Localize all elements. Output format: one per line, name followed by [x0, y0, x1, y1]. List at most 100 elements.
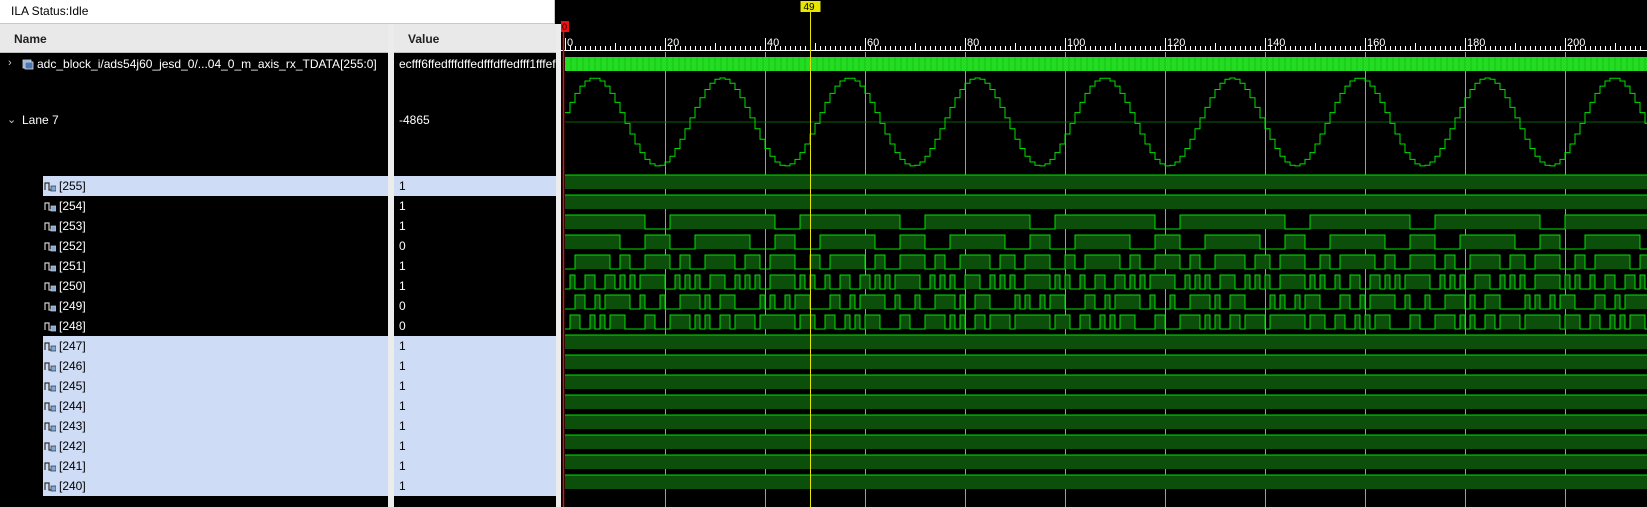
- ruler-tick-label: 60: [867, 37, 879, 49]
- bit-row[interactable]: [243]: [43, 416, 388, 436]
- bit-value-row: 1: [394, 416, 556, 436]
- bit-row[interactable]: [251]: [43, 256, 388, 276]
- bit-row[interactable]: [242]: [43, 436, 388, 456]
- bit-waveform-fill: [565, 375, 1647, 389]
- bit-row[interactable]: [252]: [43, 236, 388, 256]
- bit-value-row: 0: [394, 296, 556, 316]
- bit-waveform-fill: [565, 335, 1647, 349]
- signal-bit-icon: [44, 282, 56, 292]
- bit-value: 1: [399, 279, 406, 293]
- signal-bit-icon: [44, 262, 56, 272]
- bit-waveform-fill: [565, 235, 1640, 249]
- signal-bit-icon: [44, 302, 56, 312]
- bit-value: 1: [399, 479, 406, 493]
- bit-row[interactable]: [246]: [43, 356, 388, 376]
- trigger-label: 0: [562, 22, 567, 32]
- bit-value: 1: [399, 459, 406, 473]
- signal-values-panel: Value ecfff6ffedfffdffedfffdffedfff1fffe…: [394, 24, 556, 507]
- signal-bit-icon: [44, 202, 56, 212]
- bit-name: [244]: [59, 399, 86, 413]
- bit-row[interactable]: [247]: [43, 336, 388, 356]
- bus-icon: [22, 59, 34, 70]
- bit-waveform-fill: [570, 275, 1645, 289]
- bit-value-row: 1: [394, 476, 556, 496]
- bit-value-row: 1: [394, 396, 556, 416]
- name-column-header[interactable]: Name: [0, 24, 388, 53]
- bit-value: 1: [399, 419, 406, 433]
- signal-bit-icon: [44, 422, 56, 432]
- signal-bit-icon: [44, 182, 56, 192]
- bit-value-row: 1: [394, 256, 556, 276]
- bit-waveform-fill: [565, 415, 1647, 429]
- bit-value-row: 1: [394, 436, 556, 456]
- bit-name: [243]: [59, 419, 86, 433]
- bit-row[interactable]: [241]: [43, 456, 388, 476]
- bit-name: [249]: [59, 299, 86, 313]
- bit-value: 1: [399, 179, 406, 193]
- bit-name: [248]: [59, 319, 86, 333]
- chevron-down-icon[interactable]: ⌄: [7, 113, 16, 126]
- bit-value-row: 1: [394, 336, 556, 356]
- bit-waveform-fill: [565, 195, 1647, 209]
- bit-name: [250]: [59, 279, 86, 293]
- bit-name: [247]: [59, 339, 86, 353]
- bit-value: 0: [399, 299, 406, 313]
- lane-value: -4865: [399, 113, 430, 127]
- bit-value: 1: [399, 259, 406, 273]
- bit-waveform-fill: [565, 355, 1647, 369]
- bit-value-row: 1: [394, 376, 556, 396]
- bit-row[interactable]: [255]: [43, 176, 388, 196]
- bit-row[interactable]: [253]: [43, 216, 388, 236]
- bit-name: [254]: [59, 199, 86, 213]
- bit-name: [251]: [59, 259, 86, 273]
- bit-waveform-fill: [565, 455, 1647, 469]
- ruler-tick-label: 140: [1267, 37, 1285, 49]
- value-column-header[interactable]: Value: [394, 24, 556, 53]
- lane-row[interactable]: ⌄ Lane 7: [0, 110, 388, 130]
- bit-name: [255]: [59, 179, 86, 193]
- bit-waveform-fill: [565, 215, 1647, 229]
- ruler-tick-label: 120: [1167, 37, 1185, 49]
- bit-value: 1: [399, 339, 406, 353]
- bit-waveform-fill: [565, 475, 1647, 489]
- bit-row[interactable]: [245]: [43, 376, 388, 396]
- bit-row[interactable]: [244]: [43, 396, 388, 416]
- bit-waveform-fill: [570, 315, 1645, 329]
- bit-value-row: 1: [394, 196, 556, 216]
- bit-name: [240]: [59, 479, 86, 493]
- bus-row[interactable]: › adc_block_i/ads54j60_jesd_0/...04_0_m_…: [0, 54, 388, 74]
- bit-name: [245]: [59, 379, 86, 393]
- bit-name: [241]: [59, 459, 86, 473]
- bit-value: 1: [399, 359, 406, 373]
- bit-row[interactable]: [248]: [43, 316, 388, 336]
- bit-value: 1: [399, 219, 406, 233]
- signal-bit-icon: [44, 222, 56, 232]
- bit-name: [242]: [59, 439, 86, 453]
- bit-value-row: 1: [394, 216, 556, 236]
- bit-row[interactable]: [249]: [43, 296, 388, 316]
- bit-value: 1: [399, 399, 406, 413]
- bit-row[interactable]: [240]: [43, 476, 388, 496]
- ruler-tick-label: 0: [567, 37, 573, 49]
- signal-bit-icon: [44, 322, 56, 332]
- waveform-panel[interactable]: 0 20 40 60 80 100 120 140 160 180 200 0 49: [561, 0, 1647, 507]
- ila-status-bar: ILA Status:Idle: [0, 0, 555, 24]
- ruler-tick-label: 80: [967, 37, 979, 49]
- bit-name: [253]: [59, 219, 86, 233]
- bit-value-row: 0: [394, 316, 556, 336]
- bus-value-row: ecfff6ffedfffdffedfffdffedfff1fffef: [394, 54, 556, 74]
- lane-name: Lane 7: [22, 113, 59, 127]
- bit-value-row: 1: [394, 176, 556, 196]
- signal-bit-icon: [44, 482, 56, 492]
- ila-status-text: ILA Status:Idle: [11, 4, 89, 18]
- bit-row[interactable]: [250]: [43, 276, 388, 296]
- bit-value: 1: [399, 379, 406, 393]
- bit-row[interactable]: [254]: [43, 196, 388, 216]
- waveform-canvas[interactable]: 0 20 40 60 80 100 120 140 160 180 200 0 49: [561, 0, 1647, 507]
- bit-value: 1: [399, 439, 406, 453]
- bit-value-row: 1: [394, 356, 556, 376]
- signal-bit-icon: [44, 402, 56, 412]
- bit-value: 0: [399, 319, 406, 333]
- signal-bit-icon: [44, 342, 56, 352]
- chevron-right-icon[interactable]: ›: [8, 57, 12, 69]
